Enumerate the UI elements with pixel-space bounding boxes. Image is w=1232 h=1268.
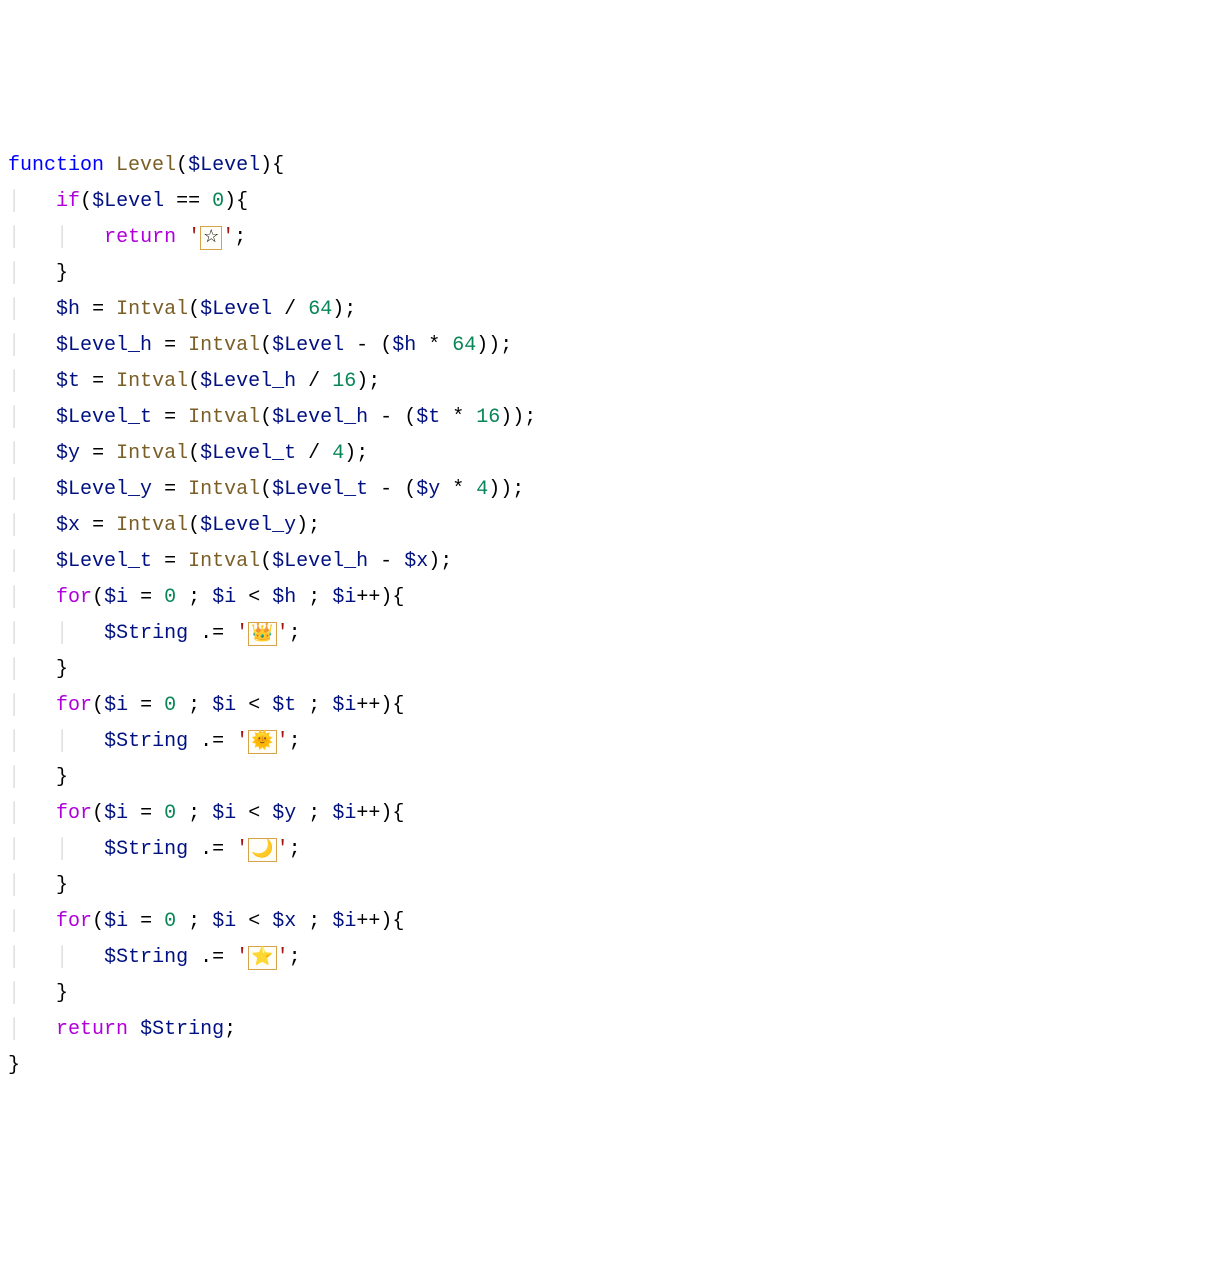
fn-intval: Intval [116, 298, 188, 321]
var-y: $y [56, 442, 80, 465]
fn-intval: Intval [116, 370, 188, 393]
number-zero: 0 [212, 190, 224, 213]
code-block: function Level($Level){ │ if($Level == 0… [8, 148, 1224, 1084]
keyword-return: return [104, 226, 176, 249]
var-string: $String [104, 622, 188, 645]
var-level: $Level [92, 190, 164, 213]
fn-intval: Intval [188, 550, 260, 573]
fn-intval: Intval [188, 334, 260, 357]
var-string: $String [104, 946, 188, 969]
number-zero: 0 [164, 694, 176, 717]
var-level: $Level [200, 298, 272, 321]
crown-icon: 👑 [248, 622, 276, 646]
var-i: $i [212, 586, 236, 609]
fn-intval: Intval [188, 406, 260, 429]
keyword-if: if [56, 190, 80, 213]
var-level-t: $Level_t [272, 478, 368, 501]
function-name: Level [116, 154, 176, 177]
var-level-h: $Level_h [272, 406, 368, 429]
number-4: 4 [332, 442, 344, 465]
keyword-for: for [56, 586, 92, 609]
star-outline-icon: ☆ [200, 226, 222, 250]
var-i: $i [212, 694, 236, 717]
var-level-h: $Level_h [200, 370, 296, 393]
star-icon: ⭐ [248, 946, 276, 970]
keyword-function: function [8, 154, 104, 177]
var-level-t: $Level_t [56, 406, 152, 429]
var-y: $y [272, 802, 296, 825]
var-i: $i [332, 586, 356, 609]
var-x: $x [56, 514, 80, 537]
var-i: $i [104, 694, 128, 717]
var-h: $h [392, 334, 416, 357]
keyword-for: for [56, 694, 92, 717]
var-level-y: $Level_y [56, 478, 152, 501]
keyword-for: for [56, 802, 92, 825]
var-i: $i [332, 802, 356, 825]
var-t: $t [56, 370, 80, 393]
var-level: $Level [272, 334, 344, 357]
var-i: $i [212, 802, 236, 825]
var-i: $i [104, 802, 128, 825]
var-i: $i [104, 586, 128, 609]
var-level-t: $Level_t [56, 550, 152, 573]
var-i: $i [332, 910, 356, 933]
var-i: $i [212, 910, 236, 933]
number-16: 16 [476, 406, 500, 429]
var-level-t: $Level_t [200, 442, 296, 465]
var-i: $i [332, 694, 356, 717]
keyword-return: return [56, 1018, 128, 1041]
number-zero: 0 [164, 586, 176, 609]
var-h: $h [56, 298, 80, 321]
var-level-h: $Level_h [272, 550, 368, 573]
number-16: 16 [332, 370, 356, 393]
fn-intval: Intval [116, 514, 188, 537]
var-level-y: $Level_y [200, 514, 296, 537]
var-t: $t [416, 406, 440, 429]
var-string: $String [104, 838, 188, 861]
var-string: $String [104, 730, 188, 753]
var-y: $y [416, 478, 440, 501]
fn-intval: Intval [116, 442, 188, 465]
number-64: 64 [308, 298, 332, 321]
var-level-h: $Level_h [56, 334, 152, 357]
var-i: $i [104, 910, 128, 933]
var-x: $x [404, 550, 428, 573]
var-string: $String [140, 1018, 224, 1041]
param-level: $Level [188, 154, 260, 177]
var-h: $h [272, 586, 296, 609]
number-4: 4 [476, 478, 488, 501]
var-t: $t [272, 694, 296, 717]
fn-intval: Intval [188, 478, 260, 501]
var-x: $x [272, 910, 296, 933]
sun-icon: 🌞 [248, 730, 276, 754]
number-zero: 0 [164, 910, 176, 933]
keyword-for: for [56, 910, 92, 933]
number-zero: 0 [164, 802, 176, 825]
moon-icon: 🌙 [248, 838, 276, 862]
number-64: 64 [452, 334, 476, 357]
